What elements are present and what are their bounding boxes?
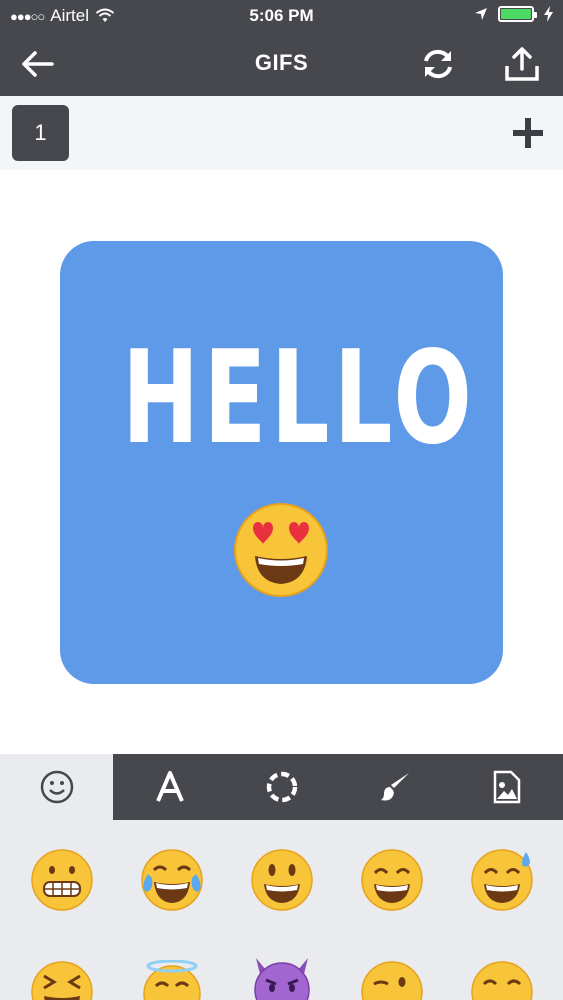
status-right xyxy=(474,6,553,22)
status-bar: ●●●○○ Airtel 5:06 PM xyxy=(0,0,563,32)
page-title: GIFS xyxy=(254,50,309,75)
tab-brush[interactable] xyxy=(338,754,451,820)
sweat-smile-emoji-icon[interactable] xyxy=(470,848,534,912)
frame-bar: 1 xyxy=(0,96,563,170)
charging-bolt-icon xyxy=(544,6,553,22)
frame-1-button[interactable]: 1 xyxy=(12,105,69,161)
blush-emoji-icon[interactable] xyxy=(470,960,534,1000)
tab-text[interactable] xyxy=(113,754,226,820)
winking-emoji-icon[interactable] xyxy=(360,960,424,1000)
battery-icon xyxy=(498,6,537,22)
tears-of-joy-emoji-icon[interactable] xyxy=(140,848,204,912)
smiling-imp-emoji-icon[interactable] xyxy=(250,954,314,1000)
refresh-button[interactable] xyxy=(416,42,460,86)
text-icon xyxy=(155,771,184,802)
share-button[interactable] xyxy=(500,42,544,86)
image-icon xyxy=(493,770,521,804)
tool-tabs xyxy=(0,754,563,820)
grimacing-emoji-icon[interactable] xyxy=(30,848,94,912)
tab-shape[interactable] xyxy=(226,754,338,820)
smiley-emoji-icon[interactable] xyxy=(250,848,314,912)
refresh-icon xyxy=(424,49,452,79)
canvas-text[interactable]: HELLO xyxy=(122,335,472,463)
halo-innocent-emoji-icon[interactable] xyxy=(140,960,204,1000)
top-bar: ●●●○○ Airtel 5:06 PM GIFS xyxy=(0,0,563,96)
add-frame-plus-icon xyxy=(513,118,543,148)
gif-canvas-card[interactable]: HELLO xyxy=(60,241,503,684)
dotted-circle-icon xyxy=(266,771,298,803)
nav-bar: GIFS xyxy=(0,32,563,96)
location-arrow-icon xyxy=(475,8,487,20)
tab-image[interactable] xyxy=(451,754,563,820)
laughing-emoji-icon[interactable] xyxy=(30,960,94,1000)
emoji-picker-grid xyxy=(0,820,563,1000)
grinning-smile-emoji-icon[interactable] xyxy=(360,848,424,912)
add-frame-button[interactable] xyxy=(511,116,545,150)
brush-icon xyxy=(380,773,409,801)
tab-emoji[interactable] xyxy=(0,754,113,820)
share-upload-icon xyxy=(505,47,539,81)
smiley-icon xyxy=(40,770,73,804)
heart-eyes-emoji-icon[interactable] xyxy=(231,500,331,600)
